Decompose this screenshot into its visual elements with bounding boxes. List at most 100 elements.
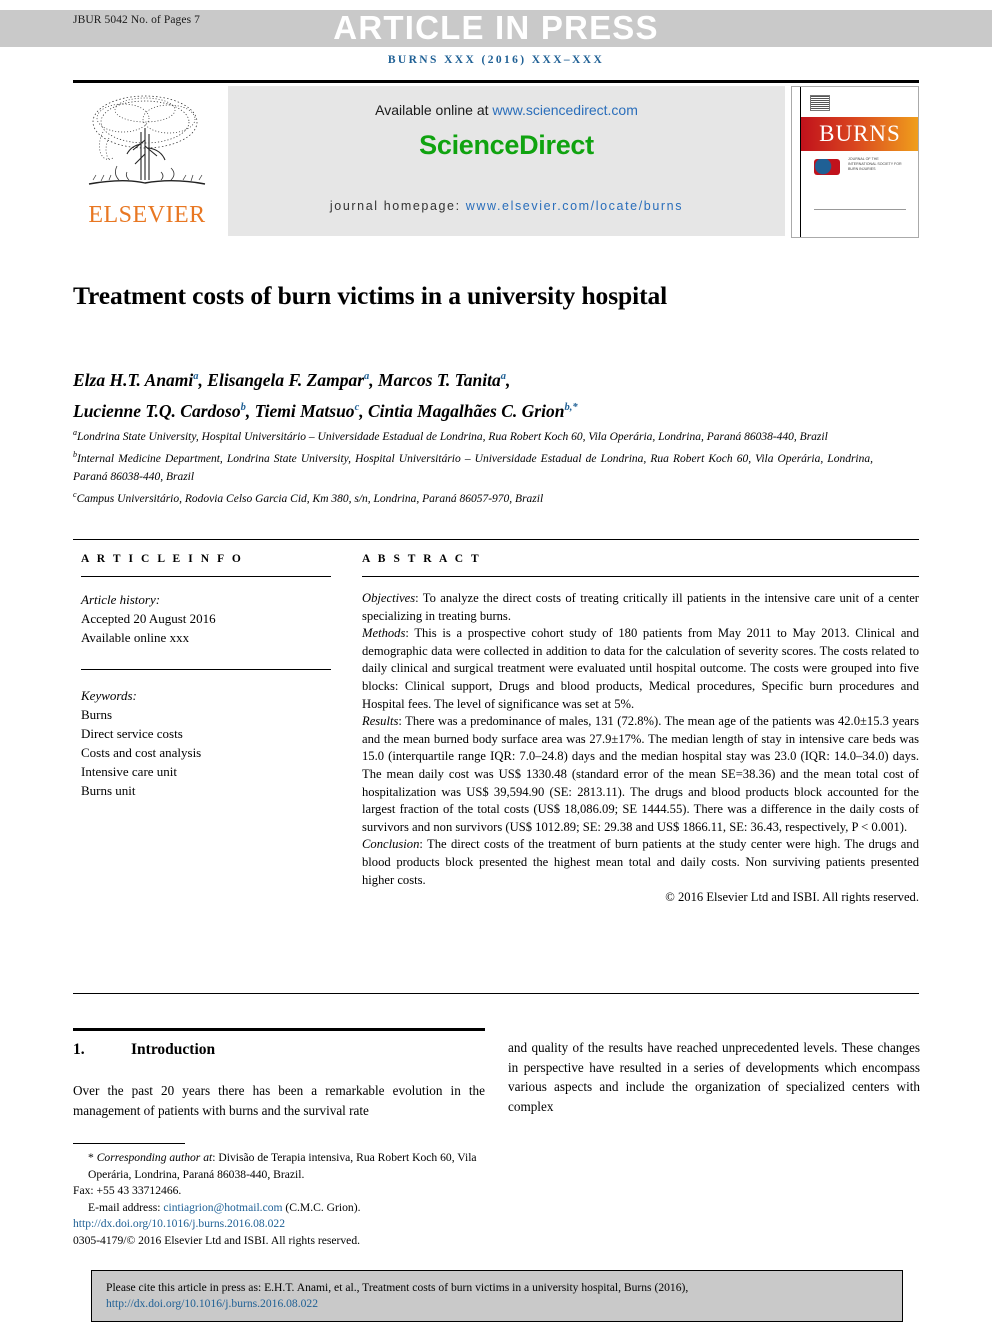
author-name: Lucienne T.Q. Cardoso [73,400,241,421]
abstract-section: Conclusion: The direct costs of the trea… [362,836,919,889]
author-affiliation-marker: a [193,371,199,382]
article-history-accepted: Accepted 20 August 2016 [81,611,216,626]
journal-reference-line: BURNS XXX (2016) XXX–XXX [387,54,605,66]
introduction-column-left: 1. Introduction Over the past 20 years th… [73,1028,485,1120]
journal-homepage-url[interactable]: www.elsevier.com/locate/burns [466,199,683,213]
article-history-label: Article history: [81,592,161,607]
corresponding-author-marker: * [88,1151,94,1164]
author-item: Cintia Magalhães C. Grionb,* [368,401,578,421]
fax-line: Fax: +55 43 33712466. [73,1184,182,1197]
corresponding-author-note: * Corresponding author at: Divisão de Te… [73,1150,485,1183]
abstract-section-text: : There was a predominance of males, 131… [362,714,919,834]
cover-divider [814,209,906,210]
author-item: Marcos T. Tanitaa [378,370,506,390]
isbi-emblem-icon [814,159,840,175]
abstract-section: Methods: This is a prospective cohort st… [362,625,919,713]
author-item: Elisangela F. Zampara [207,370,369,390]
available-online-line: Available online at www.sciencedirect.co… [228,102,785,118]
abstract-copyright: © 2016 Elsevier Ltd and ISBI. All rights… [665,890,919,905]
sciencedirect-panel: Available online at www.sciencedirect.co… [228,86,785,236]
sciencedirect-url-link[interactable]: www.sciencedirect.com [492,102,638,118]
footnote-rule [73,1143,185,1144]
affiliation-text: Londrina State University, Hospital Univ… [77,430,828,443]
abstract-section-text: : The direct costs of the treatment of b… [362,837,919,887]
author-name: Marcos T. Tanita [378,369,501,390]
affiliation-text: Campus Universitário, Rodovia Celso Garc… [76,492,544,505]
cover-title-band: BURNS [801,117,918,151]
author-affiliation-marker: b [240,401,246,413]
author-item: Lucienne T.Q. Cardosob [73,401,246,421]
introduction-paragraph-right: and quality of the results have reached … [508,1040,920,1114]
article-info-rule [81,576,331,577]
elsevier-tree-icon [88,95,206,185]
email-label: E-mail address: [88,1200,164,1214]
cover-spine [792,87,801,237]
author-name: Tiemi Matsuo [254,400,355,421]
keyword-item: Direct service costs [81,726,183,741]
author-item: Elza H.T. Anamia [73,370,199,390]
journal-cover-thumbnail: BURNS JOURNAL OF THE INTERNATIONAL SOCIE… [791,86,919,238]
abstract-section-label: Methods [362,626,406,641]
section-divider-bar [73,1028,485,1031]
abstract-body: Objectives: To analyze the direct costs … [362,590,919,907]
keyword-item: Costs and cost analysis [81,745,202,760]
sciencedirect-wordmark: ScienceDirect [419,130,594,160]
abstract-section-label: Conclusion [362,837,420,852]
abstract-section-text: : This is a prospective cohort study of … [362,626,919,711]
abstract-bottom-rule [73,993,919,994]
manuscript-stamp: JBUR 5042 No. of Pages 7 [73,14,200,26]
journal-homepage-label: journal homepage: [329,199,466,213]
keyword-item: Intensive care unit [81,764,178,779]
keywords-label: Keywords: [81,688,137,703]
author-name: Elza H.T. Anami [73,369,194,390]
article-info-column: A R T I C L E I N F O Article history: A… [81,553,331,800]
section-title-text: Introduction [131,1041,216,1058]
introduction-paragraph-left: Over the past 20 years there has been a … [73,1083,485,1118]
email-link[interactable]: cintiagrion@hotmail.com [163,1201,282,1214]
citation-notice-box: Please cite this article in press as: E.… [91,1270,903,1322]
affiliation-item: bInternal Medicine Department, Londrina … [73,446,873,486]
info-abstract-top-rule [73,539,919,540]
author-item: Tiemi Matsuoc [255,401,360,421]
header-rule [73,80,919,83]
article-page: JBUR 5042 No. of Pages 7 ARTICLE IN PRES… [0,0,992,1323]
section-heading: 1. Introduction [73,1041,485,1059]
citation-notice-text: Please cite this article in press as: E.… [106,1281,689,1294]
abstract-section-text: : To analyze the direct costs of treatin… [362,591,919,623]
keywords-block: Keywords: Burns Direct service costs Cos… [81,686,331,800]
affiliation-text: Internal Medicine Department, Londrina S… [73,453,873,483]
journal-masthead: ELSEVIER Available online at www.science… [73,86,919,238]
cover-society-text: JOURNAL OF THE INTERNATIONAL SOCIETY FOR… [848,157,902,171]
author-list: Elza H.T. Anamia, Elisangela F. Zampara,… [73,369,578,421]
affiliation-item: cCampus Universitário, Rodovia Celso Gar… [73,486,873,508]
email-line: E-mail address: cintiagrion@hotmail.com … [73,1200,485,1217]
abstract-rule [362,576,919,577]
abstract-heading: A B S T R A C T [362,553,482,565]
citation-doi-link[interactable]: http://dx.doi.org/10.1016/j.burns.2016.0… [106,1297,318,1310]
elsevier-wordmark: ELSEVIER [88,202,206,228]
journal-homepage-line: journal homepage: www.elsevier.com/locat… [228,199,785,213]
abstract-section-label: Results [362,714,399,729]
author-name: Cintia Magalhães C. Grion [367,400,565,421]
keyword-item: Burns unit [81,783,136,798]
keyword-item: Burns [81,707,113,722]
doi-line[interactable]: http://dx.doi.org/10.1016/j.burns.2016.0… [73,1216,485,1233]
introduction-column-right: and quality of the results have reached … [508,1038,920,1116]
available-online-prefix: Available online at [375,102,493,118]
abstract-section: Objectives: To analyze the direct costs … [362,590,919,625]
footnote-block: * Corresponding author at: Divisão de Te… [73,1143,485,1249]
author-name: Elisangela F. Zampar [207,369,365,390]
keywords-rule [81,669,331,670]
elsevier-logo: ELSEVIER [73,86,221,238]
section-number: 1. [73,1041,85,1058]
abstract-section-label: Objectives [362,591,416,605]
article-history-block: Article history: Accepted 20 August 2016… [81,590,331,647]
page-title: Treatment costs of burn victims in a uni… [73,281,668,311]
author-affiliation-marker: a [364,371,370,382]
abstract-section: Results: There was a predominance of mal… [362,713,919,836]
article-history-available: Available online xxx [81,630,190,645]
issn-copyright-line: 0305-4179/© 2016 Elsevier Ltd and ISBI. … [73,1233,361,1247]
affiliation-list: aLondrina State University, Hospital Uni… [73,424,873,508]
cover-publisher-mark-icon [810,95,830,111]
email-owner: (C.M.C. Grion). [282,1200,361,1214]
